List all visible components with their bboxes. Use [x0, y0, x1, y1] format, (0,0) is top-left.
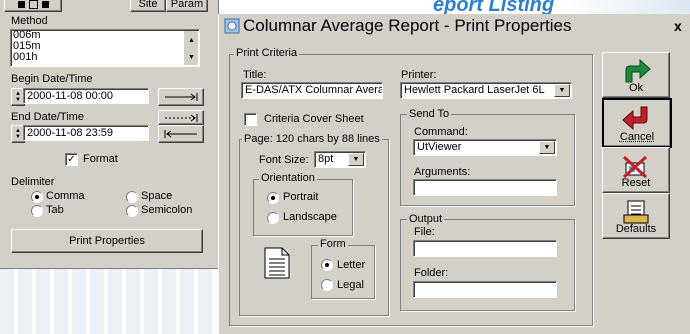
toolbar-square-icon	[18, 1, 25, 8]
page-label: Page: 120 chars by 88 lines	[242, 133, 382, 145]
folder-field[interactable]	[413, 281, 557, 298]
format-label: Format	[83, 153, 118, 165]
chevron-down-icon[interactable]: ▼	[554, 84, 570, 97]
background-stripes	[0, 260, 215, 334]
criteria-cover-checkbox[interactable]	[244, 113, 257, 126]
orientation-label: Orientation	[259, 172, 317, 184]
landscape-label: Landscape	[283, 211, 337, 223]
portrait-label: Portrait	[283, 191, 318, 203]
dialog-title: Columnar Average Report - Print Properti…	[243, 16, 572, 36]
listbox-scrollbar[interactable]: ▲ ▼	[184, 31, 198, 65]
reset-label: Reset	[603, 177, 669, 189]
printer-value: Hewlett Packard LaserJet 6L	[404, 84, 545, 96]
begin-range-button[interactable]	[158, 88, 204, 106]
ok-button[interactable]: Ok	[602, 52, 670, 98]
toolbar-box-icon	[29, 0, 38, 9]
begin-datetime-field[interactable]: 2000-11-08 00:00	[23, 88, 149, 104]
dialog-title-bar: Columnar Average Report - Print Properti…	[219, 14, 690, 38]
list-item[interactable]: 015m	[13, 41, 197, 52]
list-item[interactable]: 001h	[13, 52, 197, 63]
site-button[interactable]: Site	[130, 0, 166, 12]
begin-datetime-label: Begin Date/Time	[11, 73, 93, 85]
orientation-group	[253, 179, 353, 236]
ok-arrow-icon	[620, 58, 652, 84]
toolbar-square-icon	[42, 1, 49, 8]
app-icon	[224, 18, 240, 34]
delimiter-comma-label: Comma	[46, 190, 85, 202]
cancel-arrow-icon	[621, 105, 653, 131]
defaults-label: Defaults	[603, 223, 669, 235]
letter-label: Letter	[337, 259, 365, 271]
method-label: Method	[11, 15, 48, 27]
delimiter-tab-label: Tab	[46, 204, 64, 216]
font-size-select[interactable]: 8pt ▼	[314, 151, 366, 168]
defaults-document-icon	[620, 199, 652, 225]
delimiter-space-label: Space	[141, 190, 172, 202]
toolbar-icon-buttons[interactable]	[4, 0, 62, 12]
defaults-button[interactable]: Defaults	[602, 193, 670, 239]
end-step-button[interactable]	[158, 110, 204, 125]
command-value: UtViewer	[417, 141, 461, 153]
file-label: File:	[414, 226, 435, 238]
arguments-label: Arguments:	[414, 166, 470, 178]
scroll-down-icon[interactable]: ▼	[188, 52, 195, 63]
end-range-button[interactable]	[158, 125, 204, 143]
list-item[interactable]: 006m	[13, 30, 197, 41]
portrait-radio[interactable]	[267, 192, 279, 204]
cancel-button[interactable]: Cancel	[602, 98, 672, 148]
landscape-radio[interactable]	[267, 212, 279, 224]
delimiter-semicolon-radio[interactable]	[126, 205, 138, 217]
method-listbox[interactable]: 006m 015m 001h ▲ ▼	[10, 29, 200, 67]
print-criteria-label: Print Criteria	[234, 47, 299, 59]
dotted-arrow-icon	[163, 114, 199, 122]
end-datetime-field[interactable]: 2000-11-08 23:59	[23, 125, 149, 141]
delimiter-space-radio[interactable]	[126, 191, 138, 203]
printer-label: Printer:	[401, 69, 436, 81]
title-field[interactable]: E-DAS/ATX Columnar Avera	[241, 82, 383, 99]
letter-radio[interactable]	[321, 259, 333, 271]
form-label: Form	[318, 238, 348, 250]
title-label: Title:	[243, 69, 266, 81]
param-button[interactable]: Param	[166, 0, 208, 12]
command-label: Command:	[414, 126, 468, 138]
chevron-down-icon[interactable]: ▼	[539, 141, 555, 154]
delimiter-label: Delimiter	[11, 176, 54, 188]
query-panel: Site Param Method 006m 015m 001h ▲ ▼ Beg…	[0, 0, 219, 269]
scroll-up-icon[interactable]: ▲	[188, 35, 195, 46]
end-datetime-label: End Date/Time	[11, 111, 84, 123]
file-field[interactable]	[413, 240, 557, 257]
font-size-value: 8pt	[318, 153, 333, 165]
arrow-left-bar-icon	[163, 130, 199, 138]
arguments-field[interactable]	[413, 179, 557, 196]
cancel-label: Cancel	[604, 131, 670, 143]
output-label: Output	[407, 213, 444, 225]
print-properties-dialog: Columnar Average Report - Print Properti…	[218, 14, 690, 334]
arrow-right-bar-icon	[163, 93, 199, 101]
chevron-down-icon[interactable]: ▼	[348, 153, 364, 166]
print-properties-button[interactable]: Print Properties	[11, 229, 203, 253]
delimiter-comma-radio[interactable]	[31, 191, 43, 203]
ok-label: Ok	[603, 82, 669, 94]
close-button[interactable]: x	[674, 18, 682, 34]
command-select[interactable]: UtViewer ▼	[413, 139, 557, 156]
delimiter-tab-radio[interactable]	[31, 205, 43, 217]
send-to-label: Send To	[407, 108, 451, 120]
reset-eraser-icon	[620, 153, 652, 179]
printer-select[interactable]: Hewlett Packard LaserJet 6L ▼	[400, 82, 572, 99]
legal-radio[interactable]	[321, 279, 333, 291]
delimiter-semicolon-label: Semicolon	[141, 204, 192, 216]
reset-button[interactable]: Reset	[602, 147, 670, 193]
folder-label: Folder:	[414, 267, 448, 279]
format-checkbox[interactable]: ✓	[65, 153, 78, 166]
legal-label: Legal	[337, 279, 364, 291]
page-document-icon	[263, 246, 291, 280]
font-size-label: Font Size:	[259, 154, 309, 166]
criteria-cover-label: Criteria Cover Sheet	[264, 113, 364, 125]
